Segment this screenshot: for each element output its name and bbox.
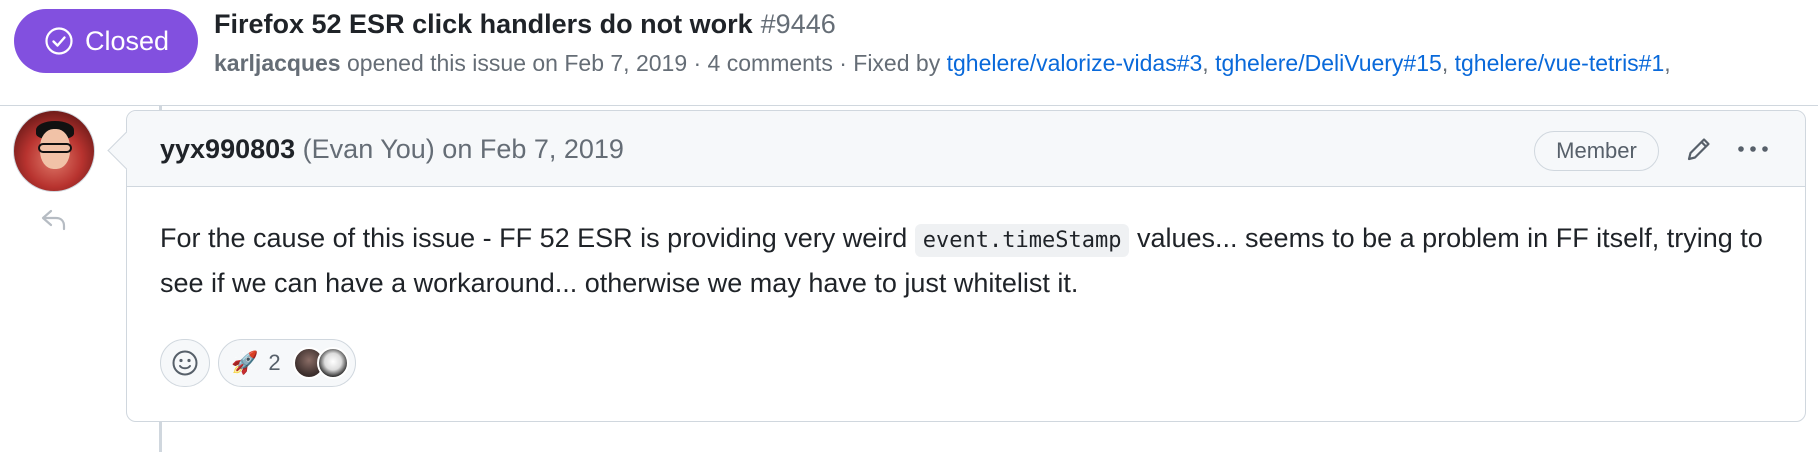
fixed-by-link-2[interactable]: tghelere/DeliVuery#15 <box>1215 50 1442 76</box>
issue-state-label: Closed <box>84 25 170 56</box>
comment-date-link[interactable]: on Feb 7, 2019 <box>442 134 624 164</box>
comment-author-line: yyx990803 (Evan You) on Feb 7, 2019 <box>160 131 624 167</box>
fixed-by-link-1[interactable]: tghelere/valorize-vidas#3 <box>947 50 1203 76</box>
comment-author-login[interactable]: yyx990803 <box>160 134 295 164</box>
issue-title: Firefox 52 ESR click handlers do not wor… <box>214 6 836 42</box>
issue-state-badge: Closed <box>14 9 198 73</box>
pencil-icon[interactable] <box>1683 133 1715 165</box>
reply-icon[interactable] <box>38 204 70 236</box>
reactor-avatar <box>316 347 349 379</box>
reaction-count: 2 <box>268 350 281 375</box>
smiley-icon <box>172 350 198 376</box>
issue-author-link[interactable]: karljacques <box>214 50 341 76</box>
fixed-by-link-3[interactable]: tghelere/vue-tetris#1 <box>1455 50 1665 76</box>
comment-body-text-1: For the cause of this issue - FF 52 ESR … <box>160 223 915 253</box>
comment-header: yyx990803 (Evan You) on Feb 7, 2019 Memb… <box>127 111 1805 187</box>
reactions-bar: 🚀 2 <box>160 339 356 387</box>
issue-opened-text: opened this issue on Feb 7, 2019 · 4 com… <box>346 50 941 76</box>
kebab-horizontal-icon[interactable] <box>1733 133 1773 165</box>
issue-page: Closed Firefox 52 ESR click handlers do … <box>0 0 1818 452</box>
comment-card: yyx990803 (Evan You) on Feb 7, 2019 Memb… <box>126 110 1806 422</box>
avatar[interactable] <box>13 110 95 192</box>
rocket-reaction-button[interactable]: 🚀 2 <box>218 339 356 387</box>
issue-number: #9446 <box>760 9 836 39</box>
add-reaction-button[interactable] <box>160 339 210 387</box>
member-badge: Member <box>1534 131 1659 171</box>
reactor-avatars <box>292 347 349 379</box>
rocket-emoji: 🚀 <box>231 350 259 375</box>
issue-title-text: Firefox 52 ESR click handlers do not wor… <box>214 9 753 39</box>
comment-body: For the cause of this issue - FF 52 ESR … <box>160 217 1780 304</box>
inline-code: event.timeStamp <box>914 224 1130 257</box>
issue-meta: karljacques opened this issue on Feb 7, … <box>214 50 1671 76</box>
issue-header: Closed Firefox 52 ESR click handlers do … <box>0 0 1818 106</box>
avatar-glasses <box>38 143 72 153</box>
issue-closed-icon <box>45 27 73 55</box>
comment-author-name: (Evan You) <box>302 134 435 164</box>
